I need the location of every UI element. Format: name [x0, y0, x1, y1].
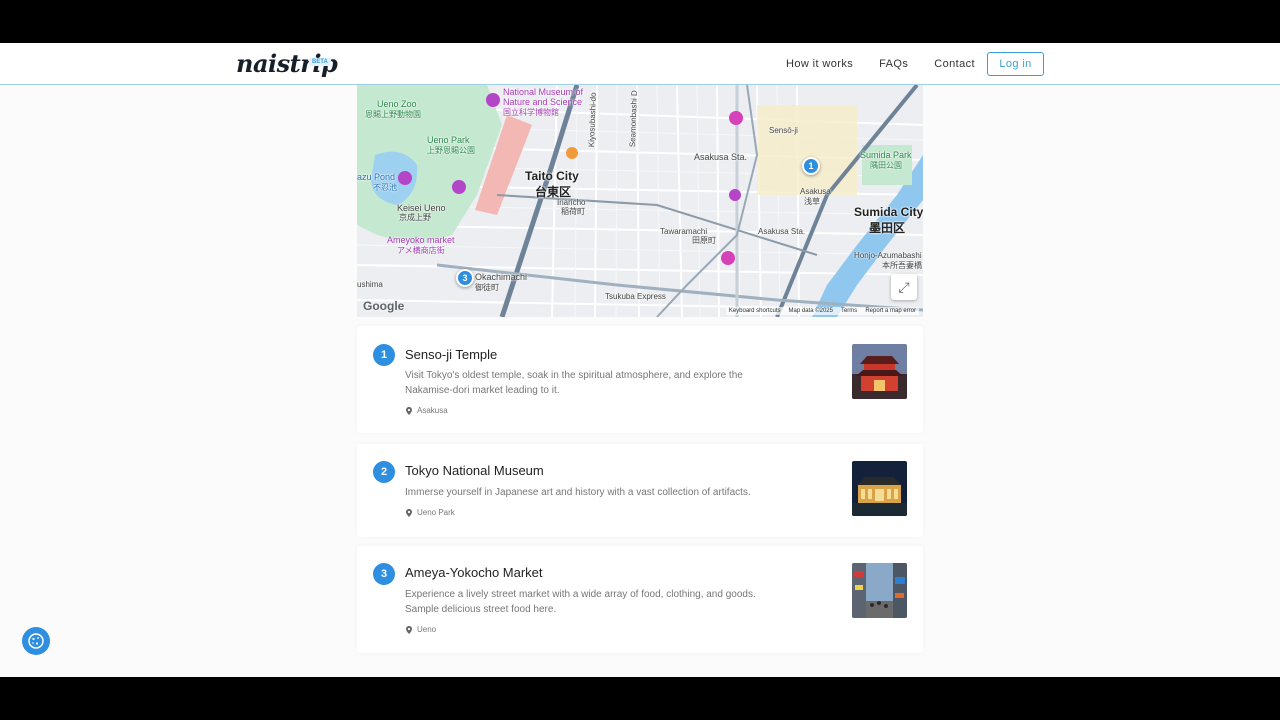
page: naistrip BETA How it works FAQs Contact …: [0, 43, 1280, 677]
map-label-tsukuba: Tsukuba Express: [605, 292, 666, 301]
location-pin-icon: [406, 508, 412, 517]
map-label-museum-jp: 国立科学博物館: [503, 108, 559, 117]
place-location: Ueno Park: [406, 508, 455, 517]
cookie-icon: [28, 633, 44, 649]
map-label-sumida-city: Sumida City: [854, 205, 923, 219]
map-label-museum: National Museum of: [503, 87, 584, 97]
location-pin-icon: [406, 406, 412, 415]
place-number: 3: [373, 563, 395, 585]
place-thumbnail[interactable]: [852, 563, 907, 618]
place-location-text: Ueno Park: [417, 508, 455, 517]
nav-how-it-works[interactable]: How it works: [786, 58, 853, 70]
map-label-ameyoko-jp: アメ横商店街: [397, 246, 445, 255]
place-location: Ueno: [406, 625, 436, 634]
main-nav: How it works FAQs Contact Log in: [760, 52, 1044, 76]
map-label-museum-2: Nature and Science: [503, 97, 583, 107]
map-label-taito: Taito City: [525, 169, 579, 183]
map-label-honjo-jp: 本所吾妻橋: [882, 261, 922, 270]
map[interactable]: Ueno Zoo 恩賜上野動物園 National Museum of Natu…: [357, 85, 923, 317]
terms-link[interactable]: Terms: [841, 308, 857, 314]
site-header: naistrip BETA How it works FAQs Contact …: [0, 43, 1280, 85]
map-label-ueno-park: Ueno Park: [427, 135, 470, 145]
place-card[interactable]: 1 Senso-ji Temple Visit Tokyo's oldest t…: [357, 326, 923, 433]
nav-contact[interactable]: Contact: [934, 58, 975, 70]
museum-image: [852, 461, 907, 516]
map-label-okachimachi-jp: 御徒町: [475, 283, 499, 292]
report-map-error-link[interactable]: Report a map error: [865, 308, 916, 314]
map-label-sumida-park-jp: 隅田公園: [870, 161, 902, 170]
map-label-okachimachi: Okachimachi: [475, 272, 528, 282]
place-location: Asakusa: [406, 406, 448, 415]
map-label-yushima: ushima: [357, 280, 383, 289]
nav-faqs[interactable]: FAQs: [879, 58, 908, 70]
market-image: [852, 563, 907, 618]
map-label-pond: azu Pond: [357, 172, 396, 182]
map-label-ueno-zoo: Ueno Zoo: [377, 99, 417, 109]
map-label-asakusa-jp: 浅草: [804, 197, 820, 206]
place-card[interactable]: 2 Tokyo National Museum Immerse yourself…: [357, 444, 923, 537]
temple-image: [852, 344, 907, 399]
map-attribution: Keyboard shortcuts Map data ©2025 Terms …: [725, 307, 919, 315]
map-label-tawaramachi-jp: 田原町: [692, 236, 716, 245]
map-label-sensoji: Sensō-ji: [769, 126, 798, 135]
place-description: Immerse yourself in Japanese art and his…: [405, 487, 751, 498]
place-description: Experience a lively street market with a…: [405, 589, 756, 615]
map-label-ameyoko: Ameyoko market: [387, 235, 455, 245]
google-logo: Google: [363, 299, 405, 313]
place-number: 1: [373, 344, 395, 366]
map-label-inaricho-jp: 稲荷町: [561, 207, 585, 216]
map-marker-1[interactable]: 1: [802, 157, 820, 175]
place-title[interactable]: Senso-ji Temple: [405, 347, 497, 362]
place-description: Visit Tokyo's oldest temple, soak in the…: [405, 370, 743, 396]
place-title[interactable]: Ameya-Yokocho Market: [405, 565, 543, 580]
fullscreen-icon[interactable]: ⤢: [891, 274, 917, 300]
map-label-asakusa-sta: Asakusa Sta.: [694, 152, 748, 162]
login-button[interactable]: Log in: [987, 52, 1044, 76]
location-pin-icon: [406, 625, 412, 634]
map-label-asakusa: Asakusa: [800, 187, 831, 196]
map-label-kiyosubashi: Kiyosubashi-do: [587, 92, 598, 148]
map-label-asakusa-sta-2: Asakusa Sta.: [758, 227, 806, 236]
place-location-text: Ueno: [417, 625, 437, 634]
map-label-ueno-zoo-jp: 恩賜上野動物園: [365, 110, 421, 119]
place-title[interactable]: Tokyo National Museum: [405, 463, 544, 478]
place-card[interactable]: 3 Ameya-Yokocho Market Experience a live…: [357, 546, 923, 653]
place-thumbnail[interactable]: [852, 344, 907, 399]
map-label-pond-jp: 不忍池: [373, 183, 397, 192]
place-thumbnail[interactable]: [852, 461, 907, 516]
place-number: 2: [373, 461, 395, 483]
map-label-honjo: Honjo-Azumabashi: [854, 251, 922, 260]
cookie-settings-button[interactable]: [22, 627, 50, 655]
beta-badge: BETA: [309, 58, 331, 66]
map-marker-3[interactable]: 3: [456, 269, 474, 287]
map-label-sumida-city-jp: 墨田区: [869, 221, 906, 235]
map-label-ueno-park-jp: 上野恩賜公園: [427, 146, 475, 155]
map-base: [357, 85, 923, 317]
place-location-text: Asakusa: [417, 406, 448, 415]
map-label-keisei-jp: 京成上野: [399, 213, 431, 222]
keyboard-shortcuts-link[interactable]: Keyboard shortcuts: [729, 308, 781, 314]
map-label-sumida-park: Sumida Park: [860, 150, 912, 160]
map-data-text: Map data ©2025: [788, 308, 833, 314]
